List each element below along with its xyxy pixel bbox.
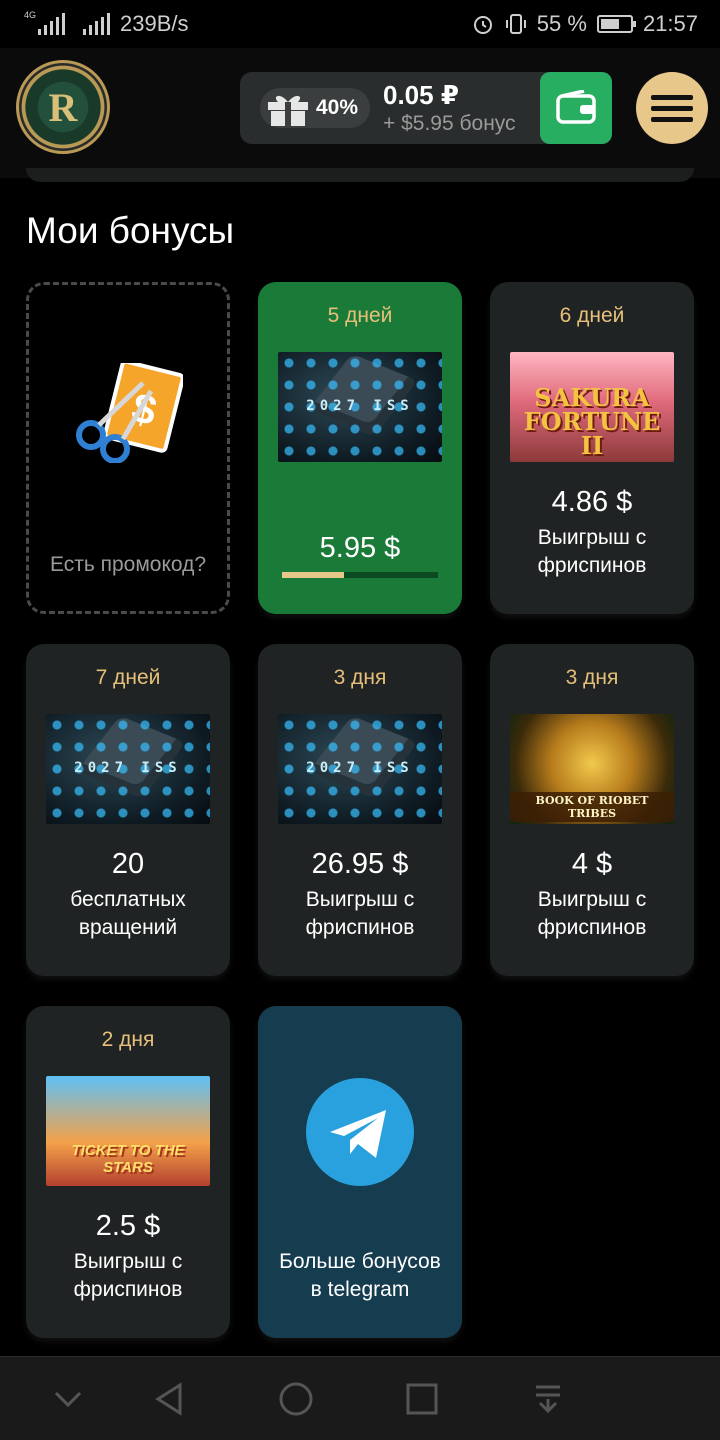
- bonus-card[interactable]: 3 дня 2027 ISS 26.95 $ Выигрыш с фриспино…: [258, 644, 462, 976]
- notification-pull-icon[interactable]: [528, 1379, 568, 1419]
- game-thumbnail-2027-iss: 2027 ISS: [278, 714, 442, 824]
- system-nav-bar: [0, 1356, 720, 1440]
- bonus-amount: 20: [111, 848, 145, 880]
- game-thumbnail-2027-iss: 2027 ISS: [46, 714, 210, 824]
- bonus-card[interactable]: 3 дня BOOK OF RIOBET TRIBES 4 $ Выигрыш …: [490, 644, 694, 976]
- game-thumbnail-2027-iss: 2027 ISS: [278, 352, 442, 462]
- bonus-days: 3 дня: [565, 666, 619, 689]
- bonus-card[interactable]: 2 дня TICKET TO THE STARS 2.5 $ Выигрыш …: [26, 1006, 230, 1338]
- telegram-bonus-card[interactable]: Больше бонусов в telegram: [258, 1006, 462, 1338]
- bonus-days: 5 дней: [327, 304, 393, 327]
- header-underbar: [26, 168, 694, 182]
- wager-progress-bar: [282, 572, 438, 578]
- casino-logo[interactable]: R: [16, 60, 110, 154]
- bonus-days: 7 дней: [95, 666, 161, 689]
- promo-code-card[interactable]: $ Есть промокод?: [26, 282, 230, 614]
- network-speed: 239B/s: [120, 11, 189, 36]
- game-thumbnail-book-of-riobet: BOOK OF RIOBET TRIBES: [510, 714, 674, 824]
- page-title: Мои бонусы: [26, 210, 235, 251]
- bonus-days: 3 дня: [333, 666, 387, 689]
- menu-button[interactable]: [636, 72, 708, 144]
- battery-icon: [596, 15, 636, 33]
- bonus-card-active[interactable]: 5 дней 2027 ISS 5.95 $: [258, 282, 462, 614]
- bonus-amount: 4 $: [571, 848, 613, 880]
- promo-code-label: Есть промокод?: [49, 553, 207, 576]
- bonus-amount: 26.95 $: [311, 848, 409, 880]
- gift-bonus-pill[interactable]: 40%: [260, 88, 370, 128]
- recent-apps-icon[interactable]: [402, 1379, 442, 1419]
- vibrate-icon: [505, 14, 526, 34]
- bonus-card[interactable]: 7 дней 2027 ISS 20 бесплатных вращений: [26, 644, 230, 976]
- bonus-days: 2 дня: [101, 1028, 155, 1051]
- game-thumbnail-sakura-fortune: SAKURA FORTUNE II: [510, 352, 674, 462]
- balance-amount: 0.05 ₽: [383, 80, 459, 110]
- clock: 21:57: [642, 11, 698, 36]
- cell-signal-2-icon: [75, 13, 110, 35]
- bonus-card[interactable]: 6 дней SAKURA FORTUNE II 4.86 $ Выигрыш …: [490, 282, 694, 614]
- bonus-amount: 2.5 $: [95, 1210, 161, 1242]
- alarm-icon: [473, 16, 492, 34]
- back-icon[interactable]: [150, 1379, 190, 1419]
- bonus-balance: + $5.95 бонус: [383, 112, 516, 135]
- hide-nav-icon[interactable]: [48, 1379, 88, 1419]
- gift-icon: [268, 95, 308, 126]
- balance-panel[interactable]: 40% 0.05 ₽ + $5.95 бонус: [240, 72, 612, 144]
- bonus-description: Выигрыш с фриспинов: [537, 526, 647, 577]
- bonus-amount: 4.86 $: [551, 486, 633, 518]
- battery-percent: 55 %: [536, 11, 587, 36]
- home-icon[interactable]: [276, 1379, 316, 1419]
- wallet-icon: [556, 90, 596, 124]
- bonus-description: Выигрыш с фриспинов: [305, 888, 415, 939]
- status-bar: 4G 239B/s 55 % 21:57: [0, 0, 720, 48]
- bonus-description: Выигрыш с фриспинов: [537, 888, 647, 939]
- telegram-icon: [306, 1078, 414, 1186]
- coupon-scissors-icon: $: [76, 363, 183, 463]
- hamburger-icon: [651, 94, 693, 100]
- bonus-description: бесплатных вращений: [70, 888, 186, 939]
- cell-signal-icon: 4G: [24, 11, 65, 35]
- bonus-days: 6 дней: [559, 304, 625, 327]
- telegram-label: Больше бонусов в telegram: [279, 1250, 441, 1301]
- wallet-button[interactable]: [540, 72, 612, 144]
- app-header: R 40% 0.05 ₽ + $5.95 бонус: [0, 48, 720, 182]
- game-thumbnail-ticket-to-the-stars: TICKET TO THE STARS: [46, 1076, 210, 1186]
- bonus-description: Выигрыш с фриспинов: [73, 1250, 183, 1301]
- bonus-amount: 5.95 $: [319, 532, 401, 564]
- gift-percent: 40%: [316, 96, 359, 119]
